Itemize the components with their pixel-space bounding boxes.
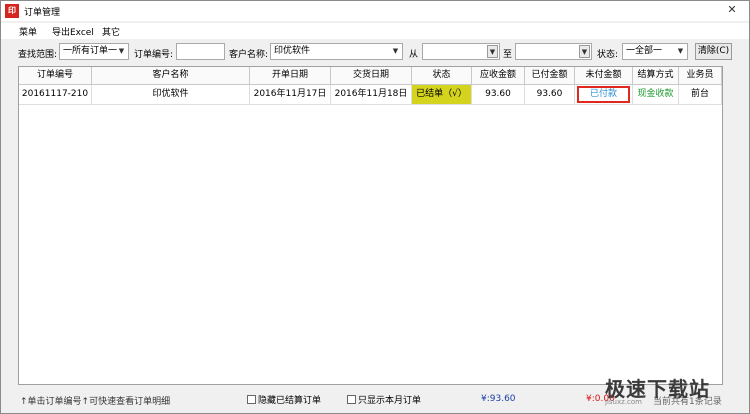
from-date-picker[interactable]: ▼ — [422, 43, 500, 60]
this-month-checkbox[interactable]: 只显示本月订单 — [347, 393, 421, 406]
order-no-input[interactable] — [176, 43, 225, 60]
clear-button[interactable]: 清除(C) — [695, 43, 732, 60]
to-label: 至 — [503, 50, 513, 60]
menu-item-menu[interactable]: 菜单 — [19, 25, 37, 38]
watermark-sub: jisuxz.com — [605, 398, 642, 406]
this-month-label: 只显示本月订单 — [358, 396, 422, 406]
receivable-cell: 93.60 — [472, 85, 525, 105]
salesperson-cell: 前台 — [679, 85, 722, 105]
customer-label: 客户名称: — [229, 50, 269, 60]
menu-bar: 菜单 导出Excel 其它 — [1, 23, 749, 39]
scope-select[interactable]: 一所有订单一 ▼ — [59, 43, 129, 60]
order-no-cell[interactable]: 20161117-210 — [19, 85, 92, 105]
column-header[interactable]: 业务员 — [679, 67, 722, 85]
customer-select[interactable]: 印优软件 ▼ — [270, 43, 403, 60]
chevron-down-icon[interactable]: ▼ — [487, 45, 498, 58]
column-header[interactable]: 结算方式 — [633, 67, 679, 85]
menu-item-export-excel[interactable]: 导出Excel — [52, 25, 94, 38]
orders-table: 订单编号 客户名称 开单日期 交货日期 状态 应收金额 已付金额 未付金额 结算… — [18, 66, 723, 385]
from-label: 从 — [409, 50, 419, 60]
delivery-date-cell: 2016年11月18日 — [331, 85, 412, 105]
chevron-down-icon[interactable]: ▼ — [579, 45, 590, 58]
total-receivable: ¥:93.60 — [481, 394, 516, 404]
status-cell: 已结单（√） — [412, 85, 472, 105]
chevron-down-icon[interactable]: ▼ — [116, 45, 127, 58]
column-header[interactable]: 开单日期 — [250, 67, 331, 85]
status-label: 状态: — [597, 50, 619, 60]
highlight-box — [577, 86, 630, 103]
scope-value: 一所有订单一 — [63, 46, 118, 56]
settlement-cell: 现金收款 — [633, 85, 679, 105]
paid-cell: 93.60 — [525, 85, 575, 105]
hint-text: ↑单击订单编号↑可快速查看订单明细 — [20, 397, 171, 407]
scope-label: 查找范围: — [18, 50, 58, 60]
window-title: 订单管理 — [24, 8, 61, 18]
checkbox-icon[interactable] — [247, 395, 256, 404]
column-header[interactable]: 交货日期 — [331, 67, 412, 85]
column-header[interactable]: 应收金额 — [472, 67, 525, 85]
order-management-window: 印 订单管理 ✕ 菜单 导出Excel 其它 查找范围: 一所有订单一 ▼ 订单… — [0, 0, 750, 414]
column-header[interactable]: 未付金额 — [575, 67, 633, 85]
chevron-down-icon[interactable]: ▼ — [390, 45, 401, 58]
column-header[interactable]: 已付金额 — [525, 67, 575, 85]
chevron-down-icon[interactable]: ▼ — [675, 45, 686, 58]
customer-cell: 印优软件 — [92, 85, 250, 105]
close-icon[interactable]: ✕ — [718, 1, 746, 18]
column-header[interactable]: 订单编号 — [19, 67, 92, 85]
title-bar: 印 订单管理 ✕ — [1, 1, 749, 21]
customer-value: 印优软件 — [274, 46, 311, 56]
checkbox-icon[interactable] — [347, 395, 356, 404]
open-date-cell: 2016年11月17日 — [250, 85, 331, 105]
menu-item-other[interactable]: 其它 — [102, 25, 120, 38]
status-select[interactable]: 一全部一 ▼ — [622, 43, 688, 60]
app-icon: 印 — [5, 4, 19, 18]
hide-settled-label: 隐藏已结算订单 — [258, 396, 322, 406]
table-header: 订单编号 客户名称 开单日期 交货日期 状态 应收金额 已付金额 未付金额 结算… — [19, 67, 722, 85]
unpaid-cell: 已付款 — [575, 85, 633, 105]
hide-settled-checkbox[interactable]: 隐藏已结算订单 — [247, 393, 321, 406]
column-header[interactable]: 状态 — [412, 67, 472, 85]
status-value: 一全部一 — [626, 46, 663, 56]
order-no-label: 订单编号: — [134, 50, 174, 60]
to-date-picker[interactable]: ▼ — [515, 43, 592, 60]
column-header[interactable]: 客户名称 — [92, 67, 250, 85]
filter-bar: 查找范围: 一所有订单一 ▼ 订单编号: 客户名称: 印优软件 ▼ 从 ▼ 至 … — [1, 42, 749, 62]
table-row[interactable]: 20161117-210 印优软件 2016年11月17日 2016年11月18… — [19, 85, 722, 105]
